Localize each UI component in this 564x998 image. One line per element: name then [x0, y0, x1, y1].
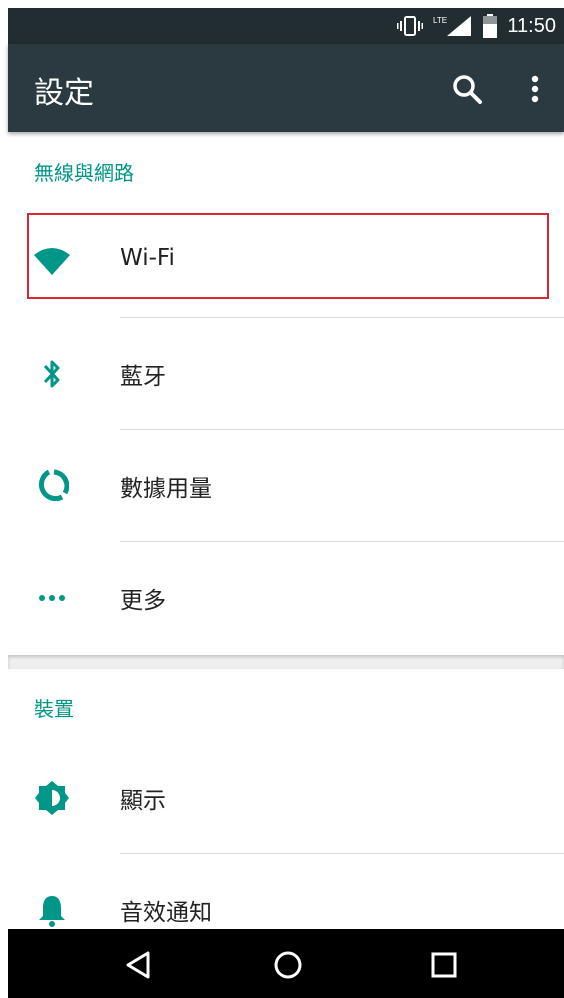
settings-item-display[interactable]: 顯示 [8, 743, 564, 853]
settings-item-more[interactable]: 更多 [8, 543, 564, 653]
settings-screen: LTE 11:50 設定 無線與網路 Wi-Fi 藍牙 數據用量 更多 裝置 顯… [0, 0, 564, 998]
data-usage-icon [32, 466, 72, 506]
settings-item-bluetooth[interactable]: 藍牙 [8, 319, 564, 429]
status-time: 11:50 [507, 14, 556, 37]
section-header-device: 裝置 [34, 697, 74, 721]
bell-icon [32, 890, 72, 930]
divider [120, 853, 564, 854]
battery-icon [483, 14, 498, 38]
search-button[interactable] [448, 70, 488, 110]
overflow-menu-button[interactable] [520, 70, 550, 110]
vibrate-icon [397, 16, 424, 36]
section-header-wireless: 無線與網路 [34, 161, 134, 185]
settings-item-label: 數據用量 [120, 476, 212, 502]
settings-item-label: 顯示 [120, 788, 166, 814]
page-title: 設定 [34, 76, 94, 111]
status-bar: LTE 11:50 [8, 8, 564, 44]
divider [120, 317, 564, 318]
navigation-bar [8, 929, 564, 998]
brightness-icon [32, 778, 72, 818]
home-button[interactable] [266, 943, 310, 987]
back-icon [126, 951, 150, 979]
search-icon [453, 75, 482, 104]
highlight-box [27, 213, 549, 299]
divider [120, 541, 564, 542]
recents-icon [431, 952, 457, 978]
settings-item-label: 藍牙 [120, 364, 166, 390]
bluetooth-icon [32, 354, 72, 394]
settings-item-label: 更多 [120, 588, 166, 614]
recents-button[interactable] [422, 943, 466, 987]
section-divider [8, 655, 564, 669]
svg-text:LTE: LTE [433, 16, 447, 25]
lte-signal-icon: LTE [433, 16, 472, 36]
more-vert-icon [531, 75, 539, 103]
settings-item-data-usage[interactable]: 數據用量 [8, 431, 564, 541]
back-button[interactable] [118, 943, 162, 987]
home-icon [274, 951, 302, 979]
divider [120, 429, 564, 430]
more-horiz-icon [32, 578, 72, 618]
app-bar: 設定 [8, 44, 564, 132]
settings-item-label: 音效通知 [120, 900, 212, 926]
